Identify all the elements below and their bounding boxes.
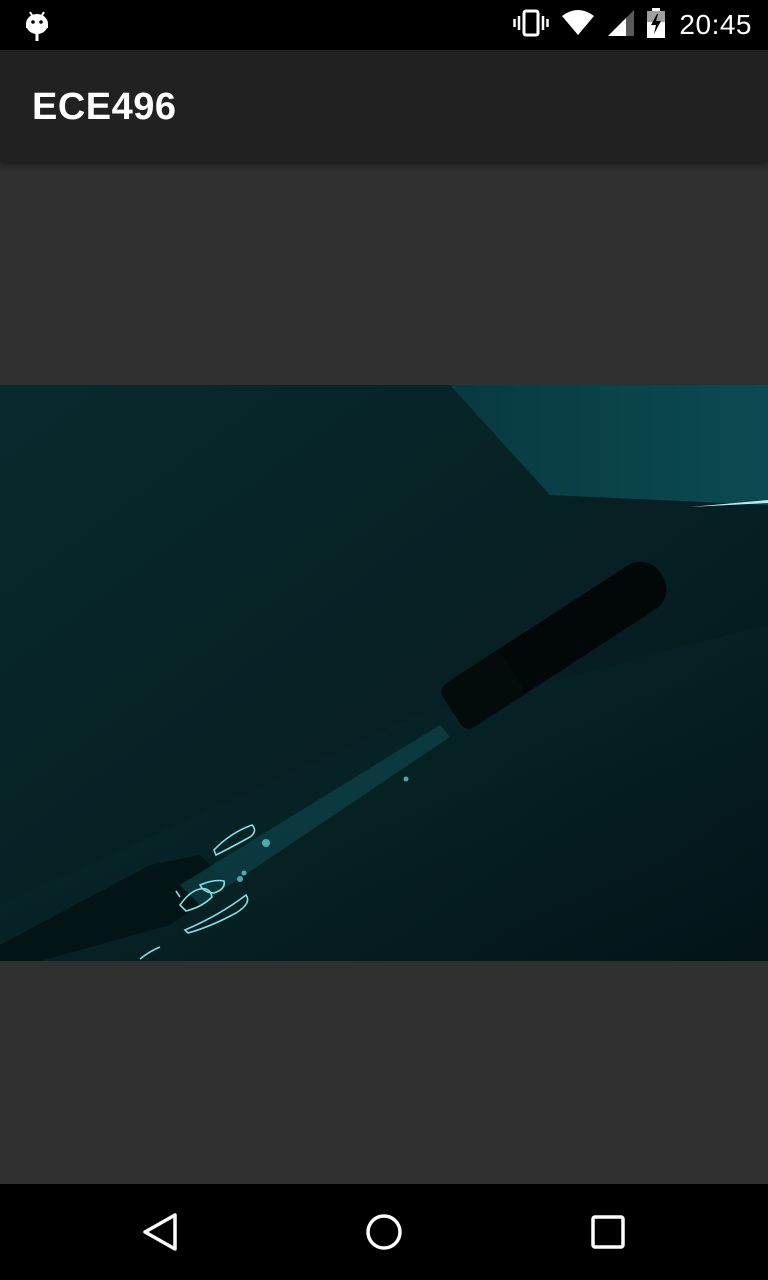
- navigation-bar: [0, 1184, 768, 1280]
- back-icon[interactable]: [136, 1208, 184, 1256]
- status-time: 20:45: [679, 9, 752, 40]
- recents-icon[interactable]: [584, 1208, 632, 1256]
- wifi-icon: [561, 9, 595, 41]
- main-content: [0, 162, 768, 1184]
- app-title: ECE496: [32, 86, 177, 128]
- status-icons: 20:45: [513, 0, 752, 50]
- cell-signal-icon: [607, 9, 635, 42]
- app-bar: ECE496: [0, 50, 768, 162]
- vibrate-icon: [513, 9, 550, 42]
- camera-preview[interactable]: [0, 385, 768, 961]
- device-screen: 20:45 ECE496: [0, 0, 768, 1280]
- android-debug-icon: [22, 8, 52, 42]
- battery-charging-icon: [647, 7, 666, 43]
- home-icon[interactable]: [360, 1208, 408, 1256]
- status-bar: 20:45: [0, 0, 768, 50]
